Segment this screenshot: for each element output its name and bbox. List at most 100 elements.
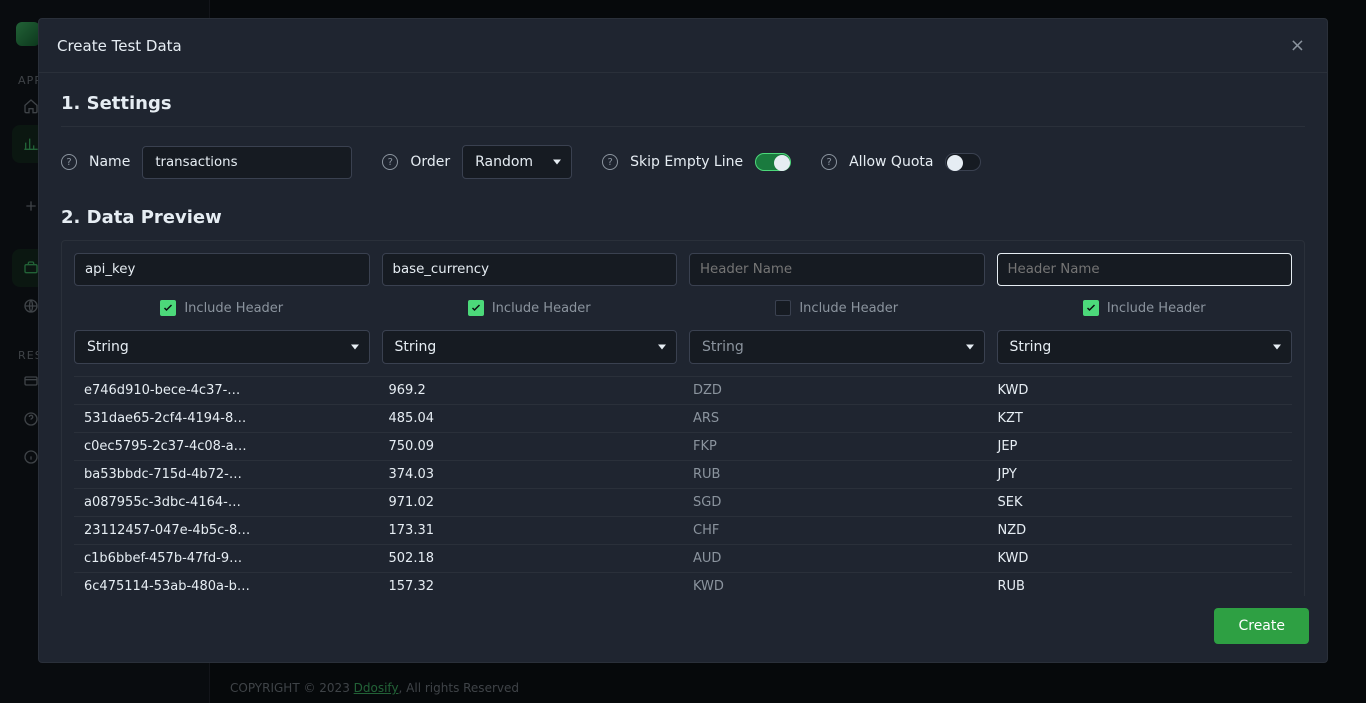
preview-table: e746d910-bece-4c37-…969.2DZDKWD531dae65-… (74, 376, 1292, 596)
table-cell: JPY (988, 461, 1293, 489)
table-cell: KWD (988, 545, 1293, 573)
table-cell: AUD (683, 545, 988, 573)
modal-body: 1. Settings ? Name ? Order Random ? Skip… (39, 73, 1327, 596)
include-header-label: Include Header (184, 301, 283, 316)
table-cell: 531dae65-2cf4-4194-8… (74, 405, 379, 433)
table-row: ba53bbdc-715d-4b72-…374.03RUBJPY (74, 461, 1292, 489)
include-header-checkbox[interactable] (468, 300, 484, 316)
table-cell: 969.2 (379, 377, 684, 405)
label-quota: Allow Quota (849, 154, 933, 170)
column-type-select[interactable]: String (382, 330, 678, 364)
table-cell: KZT (988, 405, 1293, 433)
column-controls: Include Header String Include Header String… (74, 253, 1292, 364)
table-cell: 374.03 (379, 461, 684, 489)
include-header-label: Include Header (1107, 301, 1206, 316)
table-cell: JEP (988, 433, 1293, 461)
table-row: c1b6bbef-457b-47fd-9…502.18AUDKWD (74, 545, 1292, 573)
setting-quota: ? Allow Quota (821, 153, 981, 171)
column-type-value: String (87, 339, 129, 355)
table-cell: 23112457-047e-4b5c-8… (74, 517, 379, 545)
table-cell: 485.04 (379, 405, 684, 433)
table-cell: ARS (683, 405, 988, 433)
modal-footer: Create (39, 596, 1327, 662)
table-row: 531dae65-2cf4-4194-8…485.04ARSKZT (74, 405, 1292, 433)
close-button[interactable]: × (1286, 31, 1309, 60)
setting-name: ? Name (61, 146, 352, 179)
table-cell: 6c475114-53ab-480a-b… (74, 573, 379, 597)
column-type-select[interactable]: String (689, 330, 985, 364)
column-type-select[interactable]: String (997, 330, 1293, 364)
select-order-value: Random (475, 154, 533, 170)
table-cell: DZD (683, 377, 988, 405)
table-cell: CHF (683, 517, 988, 545)
table-cell: SGD (683, 489, 988, 517)
table-cell: FKP (683, 433, 988, 461)
table-cell: 971.02 (379, 489, 684, 517)
column-header-input[interactable] (74, 253, 370, 286)
table-cell: 173.31 (379, 517, 684, 545)
label-skip: Skip Empty Line (630, 154, 743, 170)
table-cell: 157.32 (379, 573, 684, 597)
close-icon: × (1290, 35, 1305, 56)
toggle-allow-quota[interactable] (945, 153, 981, 171)
table-cell: a087955c-3dbc-4164-… (74, 489, 379, 517)
include-header-label: Include Header (492, 301, 591, 316)
table-cell: ba53bbdc-715d-4b72-… (74, 461, 379, 489)
setting-skip: ? Skip Empty Line (602, 153, 791, 171)
table-cell: RUB (683, 461, 988, 489)
label-name: Name (89, 154, 130, 170)
table-cell: KWD (988, 377, 1293, 405)
modal-create-test-data: Create Test Data × 1. Settings ? Name ? … (38, 18, 1328, 663)
preview-column: Include Header String (74, 253, 370, 364)
include-header-checkbox[interactable] (1083, 300, 1099, 316)
column-type-select[interactable]: String (74, 330, 370, 364)
setting-order: ? Order Random (382, 145, 572, 179)
table-row: c0ec5795-2c37-4c08-a…750.09FKPJEP (74, 433, 1292, 461)
section-1-title: 1. Settings (61, 93, 1305, 114)
table-row: e746d910-bece-4c37-…969.2DZDKWD (74, 377, 1292, 405)
column-header-input[interactable] (382, 253, 678, 286)
table-cell: SEK (988, 489, 1293, 517)
table-cell: c0ec5795-2c37-4c08-a… (74, 433, 379, 461)
modal-title: Create Test Data (57, 37, 182, 55)
input-name[interactable] (142, 146, 352, 179)
create-button[interactable]: Create (1214, 608, 1309, 644)
table-cell: 750.09 (379, 433, 684, 461)
table-row: 23112457-047e-4b5c-8…173.31CHFNZD (74, 517, 1292, 545)
help-icon[interactable]: ? (821, 154, 837, 170)
include-header-row: Include Header (74, 300, 370, 316)
include-header-row: Include Header (689, 300, 985, 316)
column-type-value: String (1010, 339, 1052, 355)
table-cell: RUB (988, 573, 1293, 597)
select-order[interactable]: Random (462, 145, 572, 179)
help-icon[interactable]: ? (382, 154, 398, 170)
include-header-checkbox[interactable] (160, 300, 176, 316)
column-header-input[interactable] (689, 253, 985, 286)
table-cell: KWD (683, 573, 988, 597)
column-type-value: String (702, 339, 744, 355)
preview-column: Include Header String (382, 253, 678, 364)
include-header-row: Include Header (997, 300, 1293, 316)
preview-column: Include Header String (997, 253, 1293, 364)
section-2-title: 2. Data Preview (61, 207, 1305, 228)
table-cell: e746d910-bece-4c37-… (74, 377, 379, 405)
preview-panel: Include Header String Include Header String… (61, 240, 1305, 596)
table-cell: NZD (988, 517, 1293, 545)
section-2: 2. Data Preview Include HeaderStringIncl… (61, 207, 1305, 596)
table-row: 6c475114-53ab-480a-b…157.32KWDRUB (74, 573, 1292, 597)
help-icon[interactable]: ? (61, 154, 77, 170)
table-cell: c1b6bbef-457b-47fd-9… (74, 545, 379, 573)
toggle-skip-empty[interactable] (755, 153, 791, 171)
label-order: Order (410, 154, 450, 170)
preview-column: Include Header String (689, 253, 985, 364)
table-cell: 502.18 (379, 545, 684, 573)
settings-row: ? Name ? Order Random ? Skip Empty Line … (61, 126, 1305, 179)
help-icon[interactable]: ? (602, 154, 618, 170)
column-header-input[interactable] (997, 253, 1293, 286)
include-header-checkbox[interactable] (775, 300, 791, 316)
table-row: a087955c-3dbc-4164-…971.02SGDSEK (74, 489, 1292, 517)
include-header-label: Include Header (799, 301, 898, 316)
modal-header: Create Test Data × (39, 19, 1327, 73)
column-type-value: String (395, 339, 437, 355)
include-header-row: Include Header (382, 300, 678, 316)
